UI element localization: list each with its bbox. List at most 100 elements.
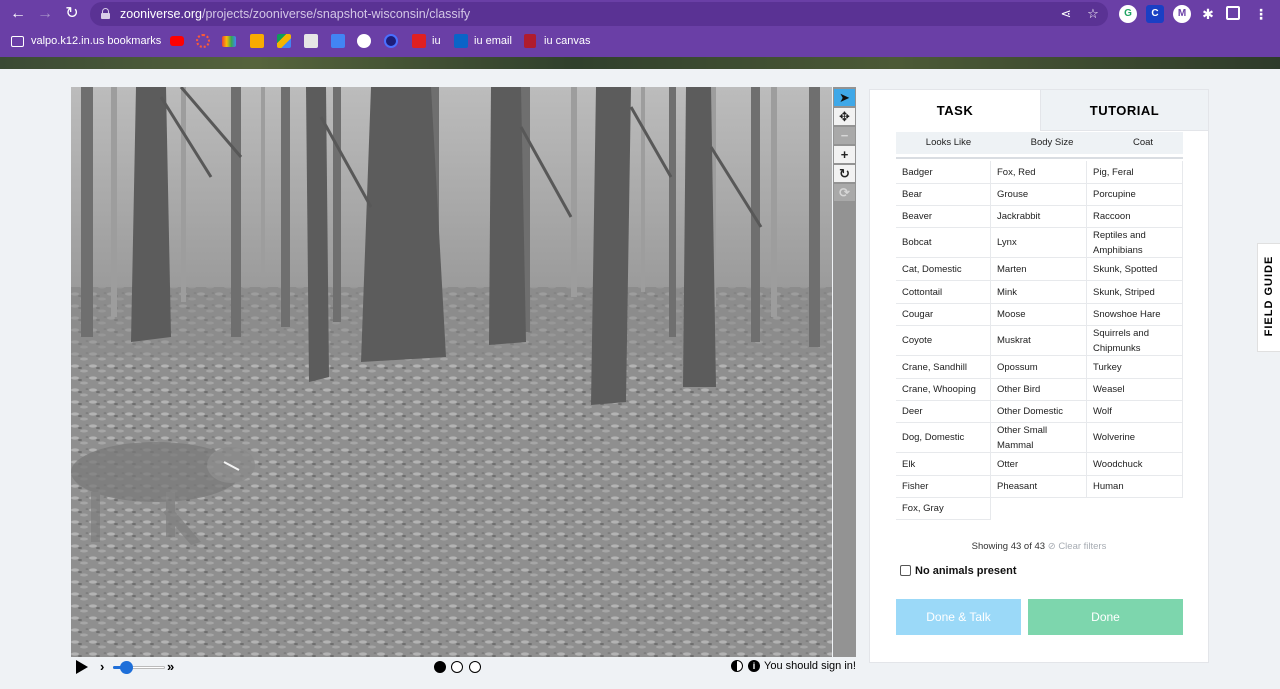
choice-squirrels-and-chipmunks[interactable]: Squirrels and Chipmunks bbox=[1087, 326, 1183, 356]
bookmark-star-icon[interactable]: ☆ bbox=[1085, 6, 1101, 22]
choice-cat-domestic[interactable]: Cat, Domestic bbox=[896, 258, 991, 281]
choice-moose[interactable]: Moose bbox=[991, 304, 1087, 326]
no-animals-checkbox-row[interactable]: No animals present bbox=[900, 564, 1016, 578]
bookmark-folder-valpo[interactable]: valpo.k12.in.us bookmarks bbox=[31, 33, 161, 49]
address-bar[interactable]: zooniverse.org/projects/zooniverse/snaps… bbox=[90, 2, 1108, 26]
filter-body-size[interactable]: Body Size bbox=[1001, 132, 1103, 154]
youtube-icon[interactable] bbox=[170, 36, 184, 46]
subject-image[interactable] bbox=[71, 87, 832, 657]
choice-coyote[interactable]: Coyote bbox=[896, 326, 991, 356]
outlook-icon[interactable] bbox=[454, 34, 468, 48]
play-icon[interactable] bbox=[76, 660, 88, 674]
choice-pheasant[interactable]: Pheasant bbox=[991, 476, 1087, 498]
grammarly-extension-icon[interactable]: G bbox=[1119, 5, 1137, 23]
choice-pig-feral[interactable]: Pig, Feral bbox=[1087, 161, 1183, 184]
done-and-talk-button[interactable]: Done & Talk bbox=[896, 599, 1021, 635]
bookmark-iu-canvas[interactable]: iu canvas bbox=[544, 33, 590, 49]
choice-woodchuck[interactable]: Woodchuck bbox=[1087, 453, 1183, 476]
choice-lynx[interactable]: Lynx bbox=[991, 228, 1087, 258]
choice-other-bird[interactable]: Other Bird bbox=[991, 379, 1087, 401]
zoom-out-button[interactable]: − bbox=[834, 127, 855, 144]
forward-arrow-icon[interactable]: → bbox=[35, 4, 55, 24]
choice-deer[interactable]: Deer bbox=[896, 401, 991, 423]
choice-elk[interactable]: Elk bbox=[896, 453, 991, 476]
share-icon[interactable]: ⋖ bbox=[1058, 6, 1074, 22]
frame-dot-2[interactable] bbox=[451, 661, 463, 673]
choice-other-domestic[interactable]: Other Domestic bbox=[991, 401, 1087, 423]
bookmark-face-icon[interactable] bbox=[357, 34, 371, 48]
choice-marten[interactable]: Marten bbox=[991, 258, 1087, 281]
choice-cougar[interactable]: Cougar bbox=[896, 304, 991, 326]
playback-speed-thumb[interactable] bbox=[120, 661, 133, 674]
move-tool-button[interactable]: ✥ bbox=[834, 108, 855, 125]
invert-colors-icon[interactable] bbox=[731, 660, 743, 672]
choice-cottontail[interactable]: Cottontail bbox=[896, 281, 991, 304]
choice-skunk-striped[interactable]: Skunk, Striped bbox=[1087, 281, 1183, 304]
fast-forward-icon[interactable]: » bbox=[167, 659, 174, 675]
extension-c-icon[interactable]: C bbox=[1146, 5, 1164, 23]
choice-other-small-mammal[interactable]: Other Small Mammal bbox=[991, 423, 1087, 453]
choice-jackrabbit[interactable]: Jackrabbit bbox=[991, 206, 1087, 228]
choice-opossum[interactable]: Opossum bbox=[991, 356, 1087, 379]
choice-otter[interactable]: Otter bbox=[991, 453, 1087, 476]
choice-mink[interactable]: Mink bbox=[991, 281, 1087, 304]
tab-tutorial[interactable]: TUTORIAL bbox=[1040, 90, 1208, 131]
choice-weasel[interactable]: Weasel bbox=[1087, 379, 1183, 401]
choice-wolverine[interactable]: Wolverine bbox=[1087, 423, 1183, 453]
browser-menu-icon[interactable]: ⋮ bbox=[1252, 5, 1270, 23]
choice-crane-sandhill[interactable]: Crane, Sandhill bbox=[896, 356, 991, 379]
frame-dot-1[interactable] bbox=[434, 661, 446, 673]
bookmark-iu[interactable]: iu bbox=[432, 33, 441, 49]
pointer-tool-button[interactable]: ➤ bbox=[834, 89, 855, 106]
step-forward-icon[interactable]: › bbox=[100, 659, 104, 675]
choice-skunk-spotted[interactable]: Skunk, Spotted bbox=[1087, 258, 1183, 281]
choice-bobcat[interactable]: Bobcat bbox=[896, 228, 991, 258]
choice-bear[interactable]: Bear bbox=[896, 184, 991, 206]
choice-raccoon[interactable]: Raccoon bbox=[1087, 206, 1183, 228]
tab-task[interactable]: TASK bbox=[870, 90, 1040, 131]
choice-beaver[interactable]: Beaver bbox=[896, 206, 991, 228]
docs-icon[interactable] bbox=[331, 34, 345, 48]
filter-looks-like[interactable]: Looks Like bbox=[896, 132, 1001, 154]
choice-snowshoe-hare[interactable]: Snowshoe Hare bbox=[1087, 304, 1183, 326]
choice-reptiles-and-amphibians[interactable]: Reptiles and Amphibians bbox=[1087, 228, 1183, 258]
gmail-icon[interactable] bbox=[222, 36, 236, 47]
choice-crane-whooping[interactable]: Crane, Whooping bbox=[896, 379, 991, 401]
reset-image-button[interactable]: ⟳ bbox=[834, 184, 855, 201]
bookmark-iu-email[interactable]: iu email bbox=[474, 33, 512, 49]
reload-icon[interactable]: ↻ bbox=[62, 4, 82, 24]
frame-dot-3[interactable] bbox=[469, 661, 481, 673]
choice-fisher[interactable]: Fisher bbox=[896, 476, 991, 498]
info-icon[interactable]: i bbox=[748, 660, 760, 672]
side-panel-icon[interactable] bbox=[1226, 6, 1240, 20]
url-text[interactable]: zooniverse.org/projects/zooniverse/snaps… bbox=[120, 7, 470, 21]
choice-badger[interactable]: Badger bbox=[896, 161, 991, 184]
drive-icon[interactable] bbox=[277, 34, 291, 48]
iu-trident-icon[interactable] bbox=[524, 34, 536, 48]
slides-icon[interactable] bbox=[250, 34, 264, 48]
browser-chrome: ← → ↻ zooniverse.org/projects/zooniverse… bbox=[0, 0, 1280, 57]
bookmark-grid-icon[interactable] bbox=[304, 34, 318, 48]
iu-icon[interactable] bbox=[412, 34, 426, 48]
no-animals-checkbox[interactable] bbox=[900, 565, 911, 576]
clear-filters-link[interactable]: ⊘ Clear filters bbox=[1048, 541, 1107, 552]
choice-fox-gray[interactable]: Fox, Gray bbox=[896, 498, 991, 520]
done-button[interactable]: Done bbox=[1028, 599, 1183, 635]
choice-grouse[interactable]: Grouse bbox=[991, 184, 1087, 206]
rotate-button[interactable]: ↻ bbox=[834, 165, 855, 182]
choice-turkey[interactable]: Turkey bbox=[1087, 356, 1183, 379]
zoom-in-button[interactable]: + bbox=[834, 146, 855, 163]
choice-dog-domestic[interactable]: Dog, Domestic bbox=[896, 423, 991, 453]
choice-muskrat[interactable]: Muskrat bbox=[991, 326, 1087, 356]
choice-fox-red[interactable]: Fox, Red bbox=[991, 161, 1087, 184]
back-arrow-icon[interactable]: ← bbox=[8, 4, 28, 24]
filter-coat[interactable]: Coat bbox=[1103, 132, 1183, 154]
choice-wolf[interactable]: Wolf bbox=[1087, 401, 1183, 423]
field-guide-tab[interactable]: FIELD GUIDE bbox=[1257, 243, 1280, 352]
extensions-puzzle-icon[interactable]: ✱ bbox=[1199, 5, 1217, 23]
bookmark-circle-icon[interactable] bbox=[196, 34, 210, 48]
extension-m-icon[interactable]: M bbox=[1173, 5, 1191, 23]
bookmark-ring-icon[interactable] bbox=[384, 34, 398, 48]
choice-porcupine[interactable]: Porcupine bbox=[1087, 184, 1183, 206]
choice-human[interactable]: Human bbox=[1087, 476, 1183, 498]
